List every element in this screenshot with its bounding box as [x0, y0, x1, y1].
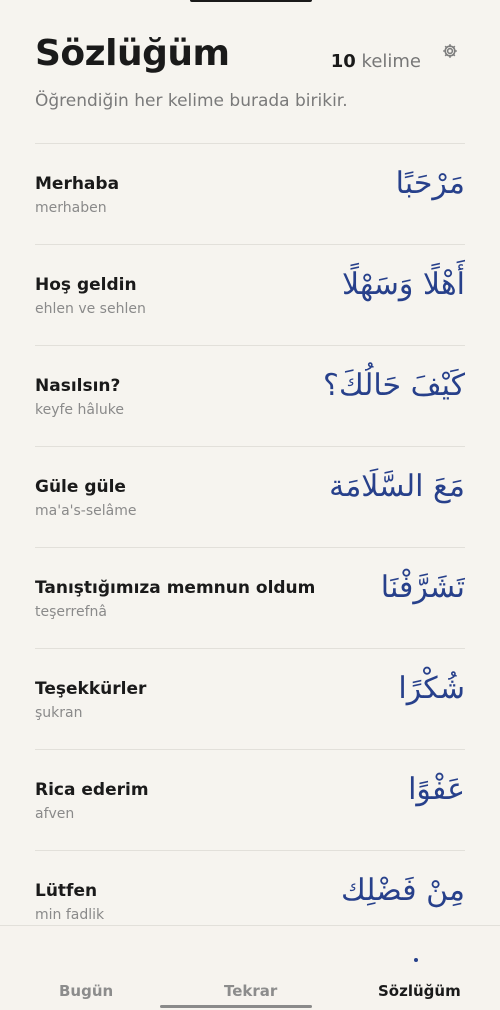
- tab-bar: Bugün Tekrar Sözlüğüm: [0, 925, 500, 1010]
- word-arabic: شُكْرًا: [398, 671, 465, 706]
- word-arabic: كَيْفَ حَالُكَ؟: [323, 368, 465, 403]
- word-turkish: Teşekkürler: [35, 679, 147, 699]
- tab-sozlugum[interactable]: Sözlüğüm: [378, 982, 461, 1000]
- word-row-tesekkurler[interactable]: Teşekkürler şukran شُكْرًا: [35, 648, 465, 749]
- word-row-hos-geldin[interactable]: Hoş geldin ehlen ve sehlen أَهْلًا وَسَه…: [35, 244, 465, 345]
- page-subtitle: Öğrendiğin her kelime burada birikir.: [35, 91, 348, 111]
- header: Sözlüğüm 10 kelime: [35, 33, 465, 83]
- page-title: Sözlüğüm: [35, 33, 230, 74]
- word-row-nasilsin[interactable]: Nasılsın? keyfe hâluke كَيْفَ حَالُكَ؟: [35, 345, 465, 446]
- word-transliteration: min fadlik: [35, 907, 105, 923]
- word-row-tanistigimiza[interactable]: Tanıştığımıza memnun oldum teşerrefnâ تَ…: [35, 547, 465, 648]
- word-row-merhaba[interactable]: Merhaba merhaben مَرْحَبًا: [35, 143, 465, 244]
- word-transliteration: ehlen ve sehlen: [35, 301, 146, 317]
- word-turkish: Lütfen: [35, 881, 98, 901]
- active-tab-indicator: [414, 958, 418, 962]
- word-row-gule-gule[interactable]: Güle güle ma'a's-selâme مَعَ السَّلَامَة: [35, 446, 465, 547]
- word-turkish: Hoş geldin: [35, 275, 137, 295]
- tab-tekrar[interactable]: Tekrar: [224, 982, 277, 1000]
- word-arabic: مِنْ فَضْلِك: [340, 873, 465, 908]
- word-turkish: Rica ederim: [35, 780, 149, 800]
- word-list: Merhaba merhaben مَرْحَبًا Hoş geldin eh…: [35, 143, 465, 925]
- home-indicator: [160, 1005, 312, 1008]
- word-turkish: Nasılsın?: [35, 376, 121, 396]
- word-transliteration: keyfe hâluke: [35, 402, 124, 418]
- word-transliteration: teşerrefnâ: [35, 604, 107, 620]
- word-arabic: مَعَ السَّلَامَة: [329, 469, 465, 504]
- word-arabic: أَهْلًا وَسَهْلًا: [342, 267, 465, 302]
- word-transliteration: afven: [35, 806, 75, 822]
- word-count: 10 kelime: [331, 51, 421, 72]
- tab-bugun[interactable]: Bugün: [59, 982, 113, 1000]
- word-transliteration: merhaben: [35, 200, 107, 216]
- word-arabic: عَفْوًا: [408, 772, 465, 807]
- gear-icon[interactable]: [442, 43, 458, 59]
- word-turkish: Tanıştığımıza memnun oldum: [35, 578, 316, 598]
- word-count-number: 10: [330, 51, 356, 72]
- word-row-rica-ederim[interactable]: Rica ederim afven عَفْوًا: [35, 749, 465, 850]
- word-arabic: مَرْحَبًا: [395, 166, 465, 201]
- word-arabic: تَشَرَّفْنَا: [380, 570, 465, 605]
- word-count-unit: kelime: [361, 51, 421, 72]
- word-transliteration: şukran: [35, 705, 83, 721]
- status-notch: [190, 0, 312, 2]
- word-turkish: Güle güle: [35, 477, 126, 497]
- word-transliteration: ma'a's-selâme: [35, 503, 137, 519]
- word-turkish: Merhaba: [35, 174, 120, 194]
- word-row-lutfen[interactable]: Lütfen min fadlik مِنْ فَضْلِك: [35, 850, 465, 925]
